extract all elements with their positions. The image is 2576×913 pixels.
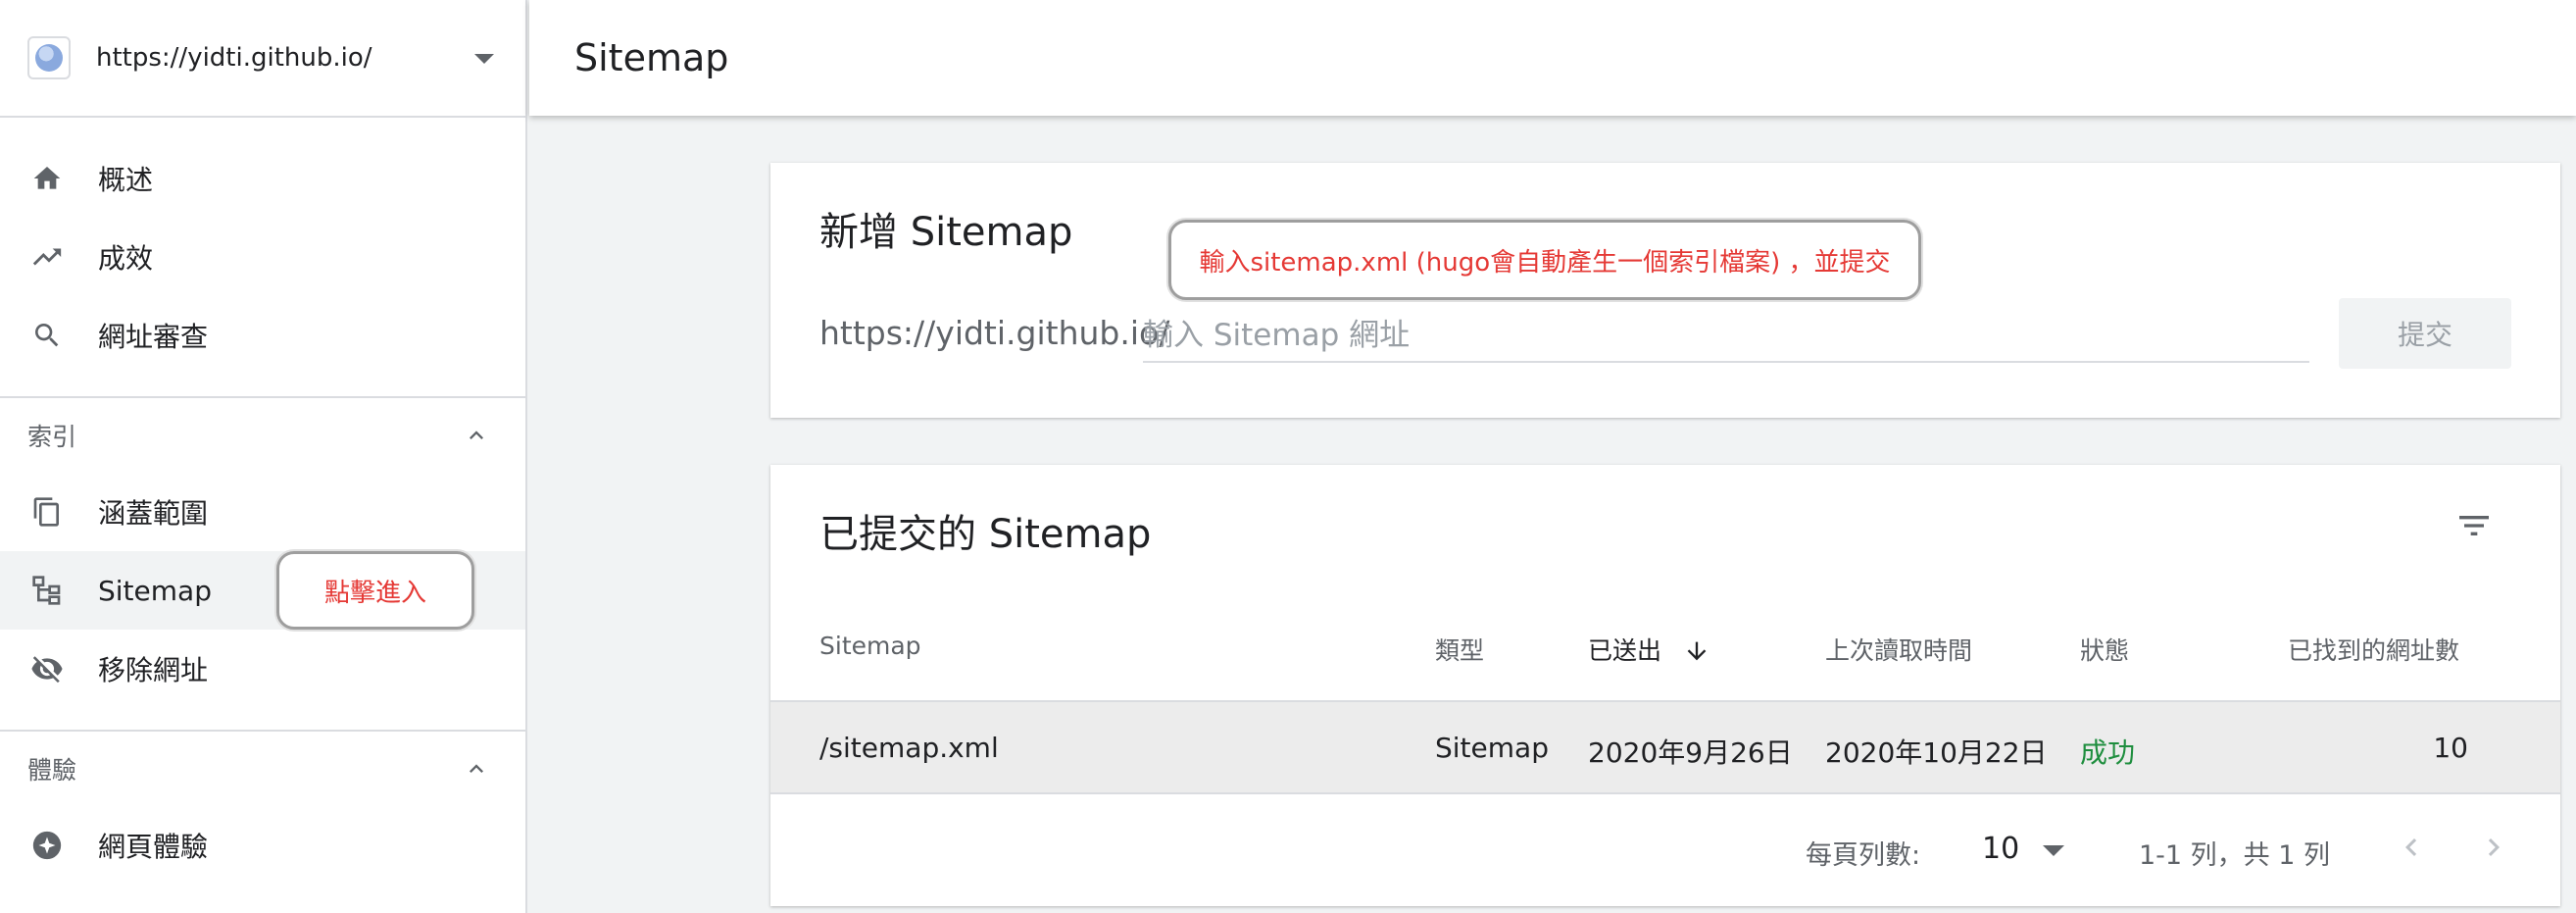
prev-page-button[interactable]: [2388, 824, 2435, 871]
dropdown-caret-icon[interactable]: [2043, 845, 2064, 856]
cell-last-read: 2020年10月22日: [1825, 736, 2048, 769]
sidebar-item-page-experience[interactable]: 網頁體驗: [0, 806, 525, 885]
chevron-left-icon: [2405, 838, 2417, 856]
sidebar-item-label: 移除網址: [98, 654, 209, 686]
cell-sitemap: /sitemap.xml: [819, 732, 999, 764]
page-header: Sitemap: [529, 0, 2576, 116]
property-url: https://yidti.github.io/: [96, 43, 372, 73]
chevron-up-icon[interactable]: [463, 755, 490, 788]
eye-off-icon: [29, 651, 65, 686]
cell-submitted: 2020年9月26日: [1588, 736, 1793, 769]
submitted-sitemaps-title: 已提交的 Sitemap: [819, 512, 1152, 557]
sidebar-item-label: 成效: [98, 242, 154, 275]
cell-status: 成功: [2080, 736, 2136, 769]
property-globe-icon: [27, 36, 71, 79]
sidebar-item-overview[interactable]: 概述: [0, 139, 525, 218]
column-header-submitted[interactable]: 已送出: [1588, 632, 1710, 667]
table-header: Sitemap 類型 已送出 上次讀取時間 狀態 已找到的網址數: [770, 614, 2560, 673]
filter-icon[interactable]: [2454, 506, 2494, 549]
sidebar-item-label: 網址審查: [98, 321, 209, 353]
rows-per-page-label: 每頁列數:: [1806, 840, 1921, 871]
column-header-type[interactable]: 類型: [1435, 632, 1484, 667]
sidebar-item-coverage[interactable]: 涵蓋範圍: [0, 473, 525, 551]
sidebar-item-label: 涵蓋範圍: [98, 497, 209, 530]
section-header-index[interactable]: 索引: [0, 398, 525, 473]
search-icon: [29, 318, 65, 353]
chevron-up-icon[interactable]: [463, 422, 490, 455]
home-icon: [29, 161, 65, 196]
chevron-right-icon: [2488, 838, 2500, 856]
column-header-sitemap[interactable]: Sitemap: [819, 632, 921, 660]
sidebar: https://yidti.github.io/ 概述 成效 網址審查 索引 涵…: [0, 0, 527, 913]
page-title: Sitemap: [574, 36, 729, 79]
sidebar-item-label: 網頁體驗: [98, 831, 209, 863]
page-experience-icon: [29, 828, 65, 863]
column-header-urls-found[interactable]: 已找到的網址數: [2288, 632, 2459, 667]
annotation-callout-submit: 輸入sitemap.xml (hugo會自動產生一個索引檔案) ，並提交: [1168, 220, 1921, 300]
next-page-button[interactable]: [2470, 824, 2517, 871]
annotation-callout-sitemap: 點擊進入: [276, 551, 474, 630]
pagination: 每頁列數: 10 1-1 列，共 1 列: [770, 794, 2560, 906]
trending-up-icon: [29, 239, 65, 275]
nav-group-main: 概述 成效 網址審查: [0, 118, 525, 398]
sidebar-item-label: Sitemap: [98, 574, 212, 607]
arrow-down-icon: [1687, 641, 1707, 661]
rows-per-page-select[interactable]: 10: [1982, 832, 2019, 866]
sidebar-item-performance[interactable]: 成效: [0, 218, 525, 296]
sitemap-url-prefix: https://yidti.github.io/: [819, 314, 1170, 352]
sitemap-icon: [29, 573, 65, 608]
sidebar-item-url-inspection[interactable]: 網址審查: [0, 296, 525, 375]
copy-pages-icon: [29, 494, 65, 530]
cell-type: Sitemap: [1435, 732, 1549, 764]
app: https://yidti.github.io/ 概述 成效 網址審查 索引 涵…: [0, 0, 2576, 913]
page-range-text: 1-1 列，共 1 列: [2139, 840, 2331, 871]
section-header-experience[interactable]: 體驗: [0, 732, 525, 806]
column-header-last-read[interactable]: 上次讀取時間: [1825, 632, 1972, 667]
add-sitemap-title: 新增 Sitemap: [819, 210, 1073, 255]
submitted-sitemaps-card: 已提交的 Sitemap Sitemap 類型 已送出 上次讀取時間 狀態 已找…: [770, 465, 2560, 906]
table-row[interactable]: /sitemap.xml Sitemap 2020年9月26日 2020年10月…: [770, 700, 2560, 794]
column-header-label: 已送出: [1588, 636, 1662, 665]
property-selector[interactable]: https://yidti.github.io/: [0, 0, 525, 118]
nav-group-experience: 體驗 網頁體驗: [0, 732, 525, 906]
sidebar-item-removals[interactable]: 移除網址: [0, 630, 525, 708]
cell-urls-found: 10: [2433, 732, 2468, 764]
column-header-status[interactable]: 狀態: [2080, 632, 2129, 667]
sitemap-url-input[interactable]: [1143, 310, 2309, 363]
submit-button[interactable]: 提交: [2339, 298, 2511, 369]
section-title: 索引: [27, 423, 77, 451]
section-title: 體驗: [27, 756, 77, 785]
dropdown-caret-icon[interactable]: [474, 54, 494, 64]
sidebar-item-label: 概述: [98, 164, 154, 196]
